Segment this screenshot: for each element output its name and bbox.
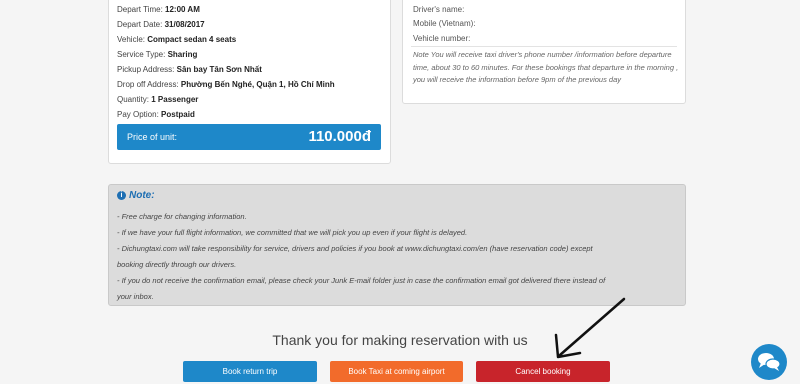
dropoff-value: Phường Bến Nghé, Quận 1, Hồ Chí Minh	[180, 80, 335, 89]
price-value: 110.000đ	[308, 128, 371, 145]
note-line: booking directly through our drivers.	[117, 260, 237, 269]
pay-option-label: Pay Option:	[117, 110, 159, 119]
chat-widget-button[interactable]	[751, 344, 787, 380]
note-lines: - Free charge for changing information. …	[117, 209, 677, 305]
chat-icon	[758, 353, 781, 371]
note-line: - Free charge for changing information.	[117, 212, 247, 221]
pickup-label: Pickup Address:	[117, 65, 175, 74]
pay-option-row: Pay Option: Postpaid	[117, 110, 195, 119]
note-box: i Note: - Free charge for changing inform…	[108, 184, 686, 306]
book-return-trip-button[interactable]: Book return trip	[183, 361, 317, 382]
pickup-row: Pickup Address: Sân bay Tân Sơn Nhất	[117, 65, 262, 74]
vehicle-number-label: Vehicle number:	[413, 34, 471, 43]
booking-details-card: Depart Time: 12:00 AM Depart Date: 31/08…	[108, 0, 391, 164]
quantity-value: 1 Passenger	[151, 95, 199, 104]
note-line: - Dichungtaxi.com will take responsibili…	[117, 244, 593, 253]
driver-name-label: Driver's name:	[413, 5, 465, 14]
vehicle-value: Compact sedan 4 seats	[147, 35, 237, 44]
pointer-arrow-annotation	[554, 297, 626, 359]
driver-note: Note You will receive taxi driver's phon…	[413, 50, 679, 84]
service-type-label: Service Type:	[117, 50, 166, 59]
service-type-row: Service Type: Sharing	[117, 50, 197, 59]
cancel-booking-button[interactable]: Cancel booking	[476, 361, 610, 382]
depart-time-row: Depart Time: 12:00 AM	[117, 5, 200, 14]
note-line: - If you do not receive the confirmation…	[117, 276, 606, 285]
vehicle-row: Vehicle: Compact sedan 4 seats	[117, 35, 236, 44]
quantity-row: Quantity: 1 Passenger	[117, 95, 198, 104]
note-line: - If we have your full flight informatio…	[117, 228, 468, 237]
divider	[411, 46, 677, 47]
depart-date-value: 31/08/2017	[164, 20, 205, 29]
thank-you-message: Thank you for making reservation with us	[272, 332, 528, 348]
driver-info-card: Driver's name: Mobile (Vietnam): Vehicle…	[402, 0, 686, 104]
depart-time-value: 12:00 AM	[165, 5, 200, 14]
note-title-text: Note:	[129, 190, 155, 201]
dropoff-row: Drop off Address: Phường Bến Nghé, Quận …	[117, 80, 335, 89]
info-icon: i	[117, 191, 126, 200]
book-taxi-coming-airport-button[interactable]: Book Taxi at coming airport	[330, 361, 463, 382]
pickup-value: Sân bay Tân Sơn Nhất	[176, 65, 262, 74]
depart-date-label: Depart Date:	[117, 20, 163, 29]
driver-mobile-label: Mobile (Vietnam):	[413, 19, 476, 28]
price-label: Price of unit:	[127, 132, 178, 142]
pay-option-value: Postpaid	[161, 110, 195, 119]
service-type-value: Sharing	[167, 50, 198, 59]
note-title: i Note:	[117, 190, 155, 201]
depart-time-label: Depart Time:	[117, 5, 163, 14]
price-bar: Price of unit: 110.000đ	[117, 124, 381, 150]
dropoff-label: Drop off Address:	[117, 80, 179, 89]
quantity-label: Quantity:	[117, 95, 150, 104]
vehicle-label: Vehicle:	[117, 35, 146, 44]
depart-date-row: Depart Date: 31/08/2017	[117, 20, 205, 29]
